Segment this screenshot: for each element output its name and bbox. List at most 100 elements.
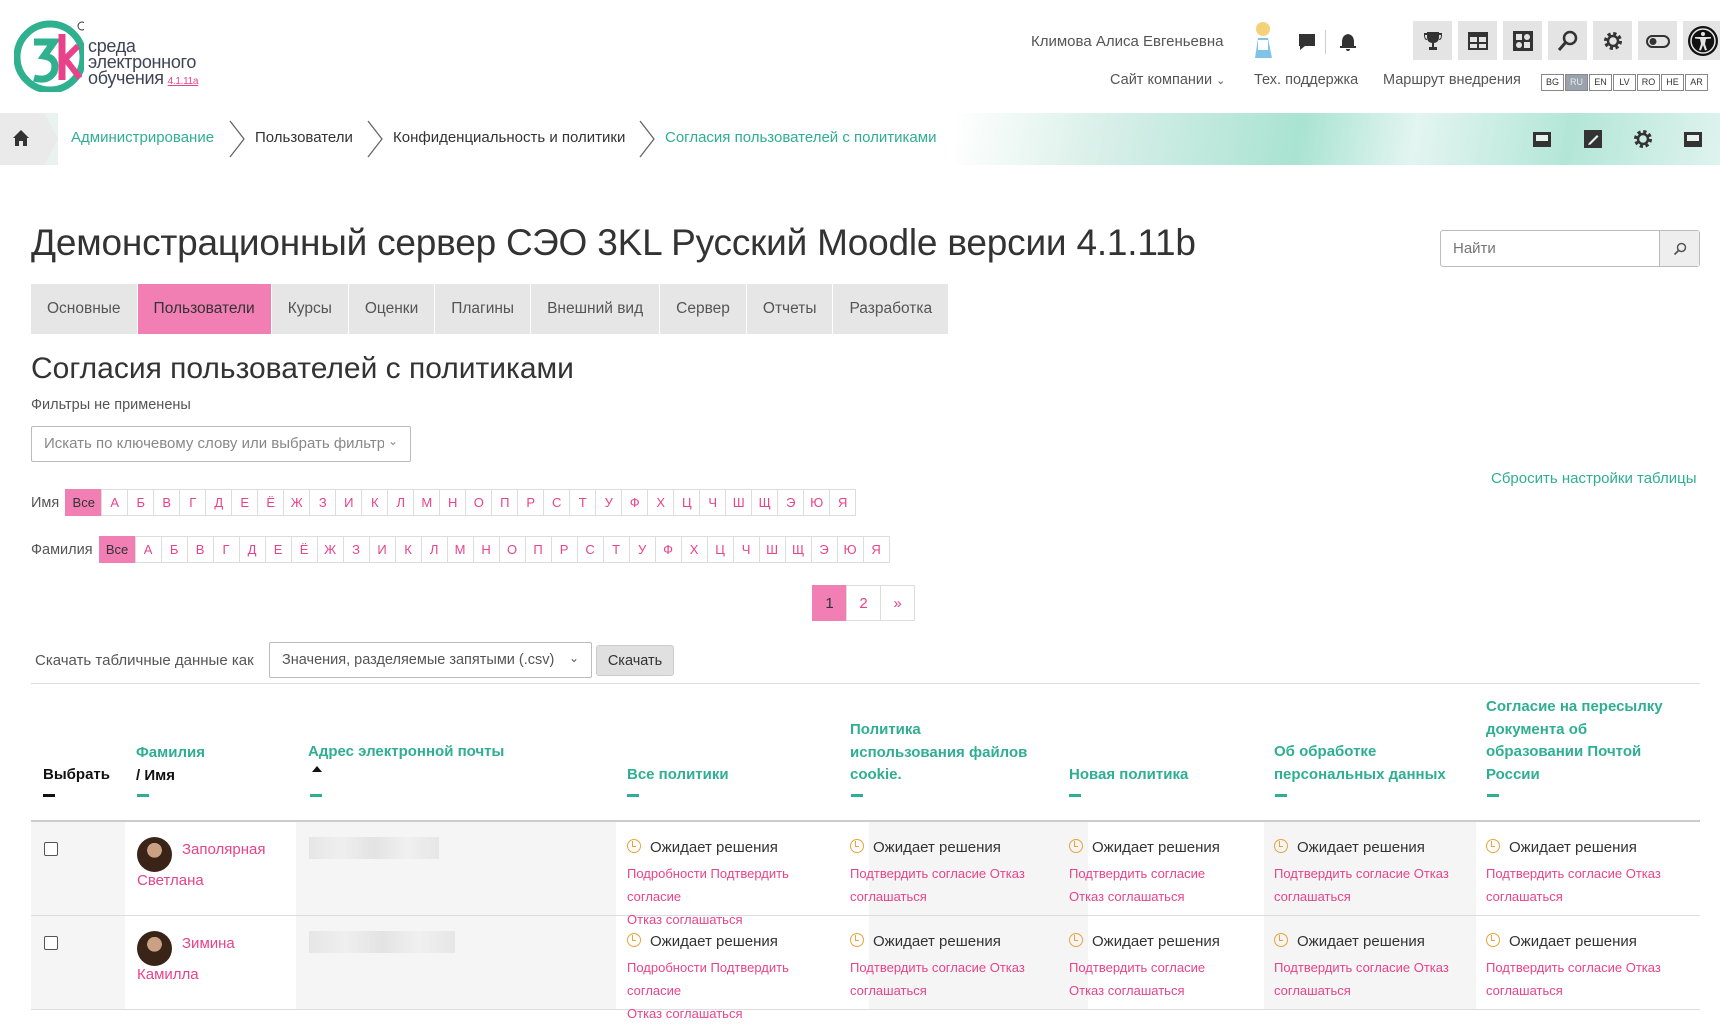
initial-letter-button[interactable]: В <box>153 489 181 516</box>
details-link[interactable]: Подробности <box>627 866 707 881</box>
initial-letter-button[interactable]: Е <box>264 536 292 563</box>
page-next[interactable]: » <box>880 585 915 621</box>
initial-letter-button[interactable]: У <box>595 489 623 516</box>
save-icon[interactable] <box>1530 127 1554 151</box>
search-button[interactable] <box>1659 231 1699 266</box>
initial-letter-button[interactable]: У <box>628 536 656 563</box>
initial-letter-button[interactable]: Э <box>810 536 838 563</box>
initial-letter-button[interactable]: Л <box>387 489 415 516</box>
tab-plugins[interactable]: Плагины <box>435 284 532 334</box>
col-email[interactable]: Адрес электронной почты <box>308 741 504 764</box>
initial-letter-button[interactable]: О <box>498 536 526 563</box>
initial-letter-button[interactable]: Л <box>420 536 448 563</box>
user-avatar[interactable] <box>1250 20 1276 60</box>
page-1[interactable]: 1 <box>812 585 847 621</box>
courses-button[interactable] <box>1503 21 1542 60</box>
col-pd-collapse[interactable] <box>1275 794 1287 797</box>
col-email-collapse[interactable] <box>310 794 322 797</box>
accept-link[interactable]: Подтвердить согласие <box>1274 866 1410 881</box>
download-button[interactable]: Скачать <box>596 645 674 676</box>
details-link[interactable]: Подробности <box>627 960 707 975</box>
initial-letter-button[interactable]: Ё <box>290 536 318 563</box>
initial-letter-button[interactable]: Щ <box>784 536 812 563</box>
initial-letter-button[interactable]: Т <box>602 536 630 563</box>
lang-bg[interactable]: BG <box>1541 74 1564 91</box>
initial-letter-button[interactable]: С <box>576 536 604 563</box>
theme-toggle-button[interactable] <box>1638 21 1677 60</box>
col-firstname-sort[interactable]: / Имя <box>136 765 205 788</box>
decline-link[interactable]: Отказ соглашаться <box>1069 983 1184 998</box>
row-select-checkbox[interactable] <box>44 936 58 950</box>
initial-letter-button[interactable]: И <box>368 536 396 563</box>
initial-letter-button[interactable]: Р <box>517 489 545 516</box>
search-input[interactable] <box>1441 231 1659 266</box>
row-select-checkbox[interactable] <box>44 842 58 856</box>
initial-letter-button[interactable]: Ю <box>803 489 831 516</box>
initial-letter-button[interactable]: З <box>309 489 337 516</box>
initial-letter-button[interactable]: Г <box>179 489 207 516</box>
link-roadmap[interactable]: Маршрут внедрения <box>1383 72 1521 88</box>
user-name-link[interactable]: Заполярная Светлана <box>137 834 287 896</box>
accept-link[interactable]: Подтвердить согласие <box>1069 866 1205 881</box>
col-lastname-sort[interactable]: Фамилия <box>136 742 205 765</box>
initial-letter-button[interactable]: П <box>491 489 519 516</box>
col-all-collapse[interactable] <box>627 794 639 797</box>
breadcrumb-users[interactable]: Пользователи <box>255 129 353 146</box>
initial-letter-button[interactable]: А <box>134 536 162 563</box>
messages-icon[interactable] <box>1297 32 1317 52</box>
breadcrumb-privacy[interactable]: Конфиденциальность и политики <box>393 129 625 146</box>
lang-lv[interactable]: LV <box>1613 74 1636 91</box>
initial-letter-button[interactable]: Е <box>231 489 259 516</box>
initial-letter-button[interactable]: Я <box>829 489 857 516</box>
initial-letter-button[interactable]: Ф <box>654 536 682 563</box>
edit-icon[interactable] <box>1581 127 1605 151</box>
initial-letter-button[interactable]: Ч <box>699 489 727 516</box>
lang-ro[interactable]: RO <box>1637 74 1660 91</box>
initial-all-button[interactable]: Все <box>98 536 136 563</box>
initial-letter-button[interactable]: П <box>524 536 552 563</box>
lang-ru[interactable]: RU <box>1565 74 1588 91</box>
page-2[interactable]: 2 <box>846 585 881 621</box>
initial-letter-button[interactable]: Н <box>472 536 500 563</box>
tab-server[interactable]: Сервер <box>660 284 747 334</box>
initial-letter-button[interactable]: Х <box>680 536 708 563</box>
download-format-select[interactable]: Значения, разделяемые запятыми (.csv) ⌄ <box>269 642 592 678</box>
tab-users[interactable]: Пользователи <box>137 284 272 334</box>
accept-link[interactable]: Подтвердить согласие <box>850 866 986 881</box>
reset-table-link[interactable]: Сбросить настройки таблицы <box>1491 470 1696 487</box>
accept-link[interactable]: Подтвердить согласие <box>850 960 986 975</box>
accept-link[interactable]: Подтвердить согласие <box>1486 866 1622 881</box>
col-post-consent[interactable]: Согласие на пересылку документа об образ… <box>1486 696 1663 786</box>
initial-letter-button[interactable]: Ц <box>673 489 701 516</box>
initial-letter-button[interactable]: Ш <box>758 536 786 563</box>
initial-letter-button[interactable]: Э <box>777 489 805 516</box>
decline-link[interactable]: Отказ соглашаться <box>1069 889 1184 904</box>
col-new-collapse[interactable] <box>1069 794 1081 797</box>
initial-letter-button[interactable]: Н <box>439 489 467 516</box>
initial-letter-button[interactable]: Ж <box>316 536 344 563</box>
col-all-policies[interactable]: Все политики <box>627 764 729 787</box>
col-new-policy[interactable]: Новая политика <box>1069 764 1188 787</box>
logo-version[interactable]: 4.1.11a <box>168 76 199 87</box>
initial-letter-button[interactable]: Я <box>862 536 890 563</box>
search-tool-button[interactable] <box>1548 21 1587 60</box>
initial-letter-button[interactable]: Б <box>127 489 155 516</box>
initial-letter-button[interactable]: Т <box>569 489 597 516</box>
trophy-button[interactable] <box>1413 21 1452 60</box>
col-post-collapse[interactable] <box>1487 794 1499 797</box>
lang-ar[interactable]: AR <box>1685 74 1708 91</box>
home-button[interactable] <box>0 113 44 165</box>
col-name-collapse[interactable] <box>137 794 149 797</box>
initial-all-button[interactable]: Все <box>65 489 103 516</box>
accessibility-button[interactable] <box>1683 21 1720 60</box>
initial-letter-button[interactable]: Щ <box>751 489 779 516</box>
initial-letter-button[interactable]: К <box>361 489 389 516</box>
lang-en[interactable]: EN <box>1589 74 1612 91</box>
initial-letter-button[interactable]: А <box>101 489 129 516</box>
initial-letter-button[interactable]: Ю <box>836 536 864 563</box>
initial-letter-button[interactable]: З <box>342 536 370 563</box>
accept-link[interactable]: Подтвердить согласие <box>1069 960 1205 975</box>
settings-button[interactable] <box>1593 21 1632 60</box>
block-icon[interactable] <box>1681 127 1705 151</box>
dashboard-button[interactable] <box>1458 21 1497 60</box>
